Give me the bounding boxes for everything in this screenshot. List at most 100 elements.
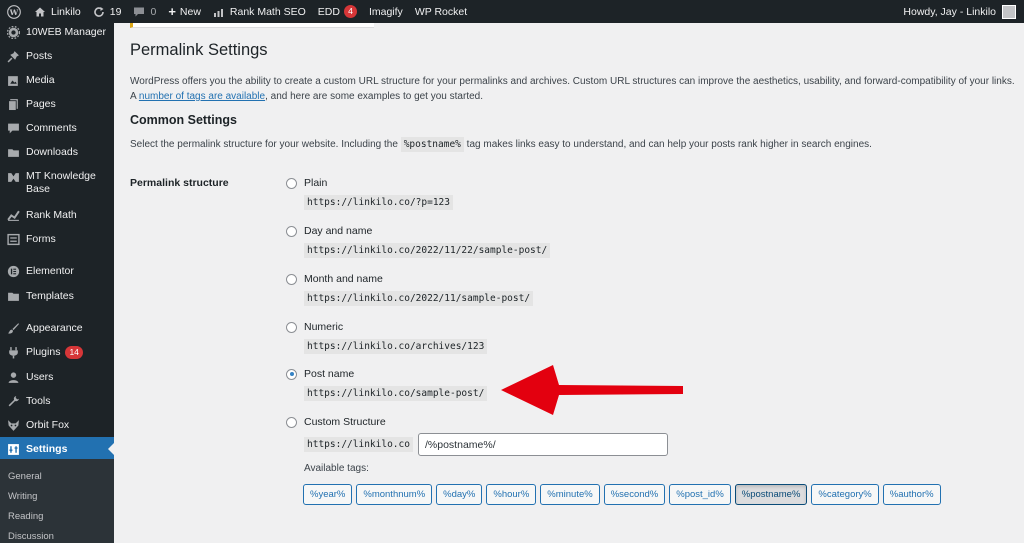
tag-button-monthnum[interactable]: %monthnum% [356,484,433,505]
sidebar-item-label: Downloads [26,145,78,158]
rank-math-icon [213,6,225,18]
form-icon [6,232,20,246]
comment-icon [6,121,20,135]
radio-plain[interactable] [286,177,297,189]
tag-button-hour[interactable]: %hour% [486,484,537,505]
sidebar-item-settings[interactable]: Settings [0,437,114,461]
new-content-link[interactable]: + New [162,0,207,23]
wrench-icon [6,394,20,408]
tag-button-author[interactable]: %author% [882,484,941,505]
sidebar-item-rank-math[interactable]: Rank Math [0,208,114,222]
imagify-link[interactable]: Imagify [363,0,409,23]
sidebar-item-templates[interactable]: Templates [0,289,114,303]
comment-bubble-icon [133,6,145,18]
sidebar-item-label: Users [26,370,54,383]
tag-button-day[interactable]: %day% [436,484,483,505]
custom-structure-input[interactable] [418,433,668,456]
tag-button-postname[interactable]: %postname% [734,484,808,505]
svg-text:W: W [9,7,19,16]
option-label: Plain [304,177,328,189]
radio-custom-structure[interactable] [286,416,297,428]
sidebar-item-label: Comments [26,121,77,134]
sidebar-item-posts[interactable]: Posts [0,49,114,63]
plugins-update-badge: 14 [65,345,83,359]
sidebar-item-orbit-fox[interactable]: Orbit Fox [0,418,114,432]
sidebar-item-label: Pages [26,97,56,110]
submenu-reading[interactable]: Reading [8,511,43,522]
edd-label: EDD [317,5,340,18]
new-label: New [179,5,201,18]
option-numeric[interactable]: Numeric [286,321,343,333]
sidebar-item-elementor[interactable]: Elementor [0,264,114,278]
rank-math-label: Rank Math SEO [229,5,306,18]
pin-icon [6,49,20,63]
option-label: Custom Structure [304,416,386,428]
sidebar-item-appearance[interactable]: Appearance [0,321,114,335]
radio-day-and-name[interactable] [286,225,297,237]
wordpress-logo-icon[interactable]: W [0,0,28,23]
available-tags-label: Available tags: [304,463,369,474]
sidebar-item-label: Posts [26,49,53,62]
sidebar-item-label: Rank Math [26,208,77,221]
comments-link[interactable]: 0 [127,0,162,23]
example-month-and-name: https://linkilo.co/2022/11/sample-post/ [304,291,534,306]
chart-icon [6,208,20,222]
tag-button-second[interactable]: %second% [603,484,666,505]
option-plain[interactable]: Plain [286,177,327,189]
sidebar-item-comments[interactable]: Comments [0,121,114,135]
edd-link[interactable]: EDD 4 [312,0,363,23]
tag-button-minute[interactable]: %minute% [540,484,600,505]
radio-numeric[interactable] [286,321,297,333]
option-month-and-name[interactable]: Month and name [286,273,383,285]
sidebar-item-10web-manager[interactable]: 10WEB Manager [0,25,114,39]
imagify-label: Imagify [368,5,403,18]
sidebar-item-plugins[interactable]: Plugins 14 [0,345,114,359]
sidebar-item-downloads[interactable]: Downloads [0,145,114,159]
admin-notice [130,23,374,28]
gear-icon [6,25,20,39]
option-custom-structure[interactable]: Custom Structure [286,416,386,428]
tag-button-post-id[interactable]: %post_id% [669,484,731,505]
available-tags-link[interactable]: number of tags are available [139,91,265,102]
submenu-discussion[interactable]: Discussion [8,531,54,542]
sidebar-item-mt-knowledge-base[interactable]: MT Knowledge Base [0,170,114,196]
updates-count: 19 [109,5,122,18]
page-title: Permalink Settings [130,41,268,59]
custom-structure-prefix: https://linkilo.co [304,437,413,452]
option-post-name[interactable]: Post name [286,368,354,380]
sidebar-item-pages[interactable]: Pages [0,97,114,111]
available-tags: %year% %monthnum% %day% %hour% %minute% … [303,484,941,505]
sidebar-item-forms[interactable]: Forms [0,232,114,246]
example-day-and-name: https://linkilo.co/2022/11/22/sample-pos… [304,243,551,258]
radio-month-and-name[interactable] [286,273,297,285]
media-icon [6,73,20,87]
folder-icon [6,289,20,303]
sidebar-item-label: Templates [26,289,74,302]
wp-rocket-link[interactable]: WP Rocket [409,0,473,23]
option-label: Post name [304,368,355,380]
sidebar-item-users[interactable]: Users [0,370,114,384]
option-label: Month and name [304,273,383,285]
site-name-link[interactable]: Linkilo [28,0,87,23]
sidebar-item-tools[interactable]: Tools [0,394,114,408]
refresh-icon [93,6,105,18]
account-menu[interactable]: Howdy, Jay - Linkilo [897,0,1024,23]
admin-bar: W Linkilo 19 0 + New Rank Math SEO EDD 4… [0,0,1024,23]
tag-button-year[interactable]: %year% [303,484,353,505]
option-day-and-name[interactable]: Day and name [286,225,372,237]
sidebar-item-media[interactable]: Media [0,73,114,87]
rank-math-link[interactable]: Rank Math SEO [207,0,312,23]
main-content: Permalink Settings WordPress offers you … [114,23,1024,543]
tag-button-category[interactable]: %category% [811,484,879,505]
updates-link[interactable]: 19 [87,0,128,23]
submenu-general[interactable]: General [8,471,42,482]
intro-text-end: , and here are some examples to get you … [265,91,483,102]
sidebar-item-label: Plugins [26,345,61,358]
permalink-structure-label: Permalink structure [130,177,229,189]
radio-post-name[interactable] [286,368,297,380]
submenu-writing[interactable]: Writing [8,491,37,502]
sidebar-item-label: Tools [26,394,51,407]
common-settings-description: Select the permalink structure for your … [130,137,872,152]
desc-before: Select the permalink structure for your … [130,139,401,150]
howdy-text: Howdy, Jay - Linkilo [903,5,996,18]
